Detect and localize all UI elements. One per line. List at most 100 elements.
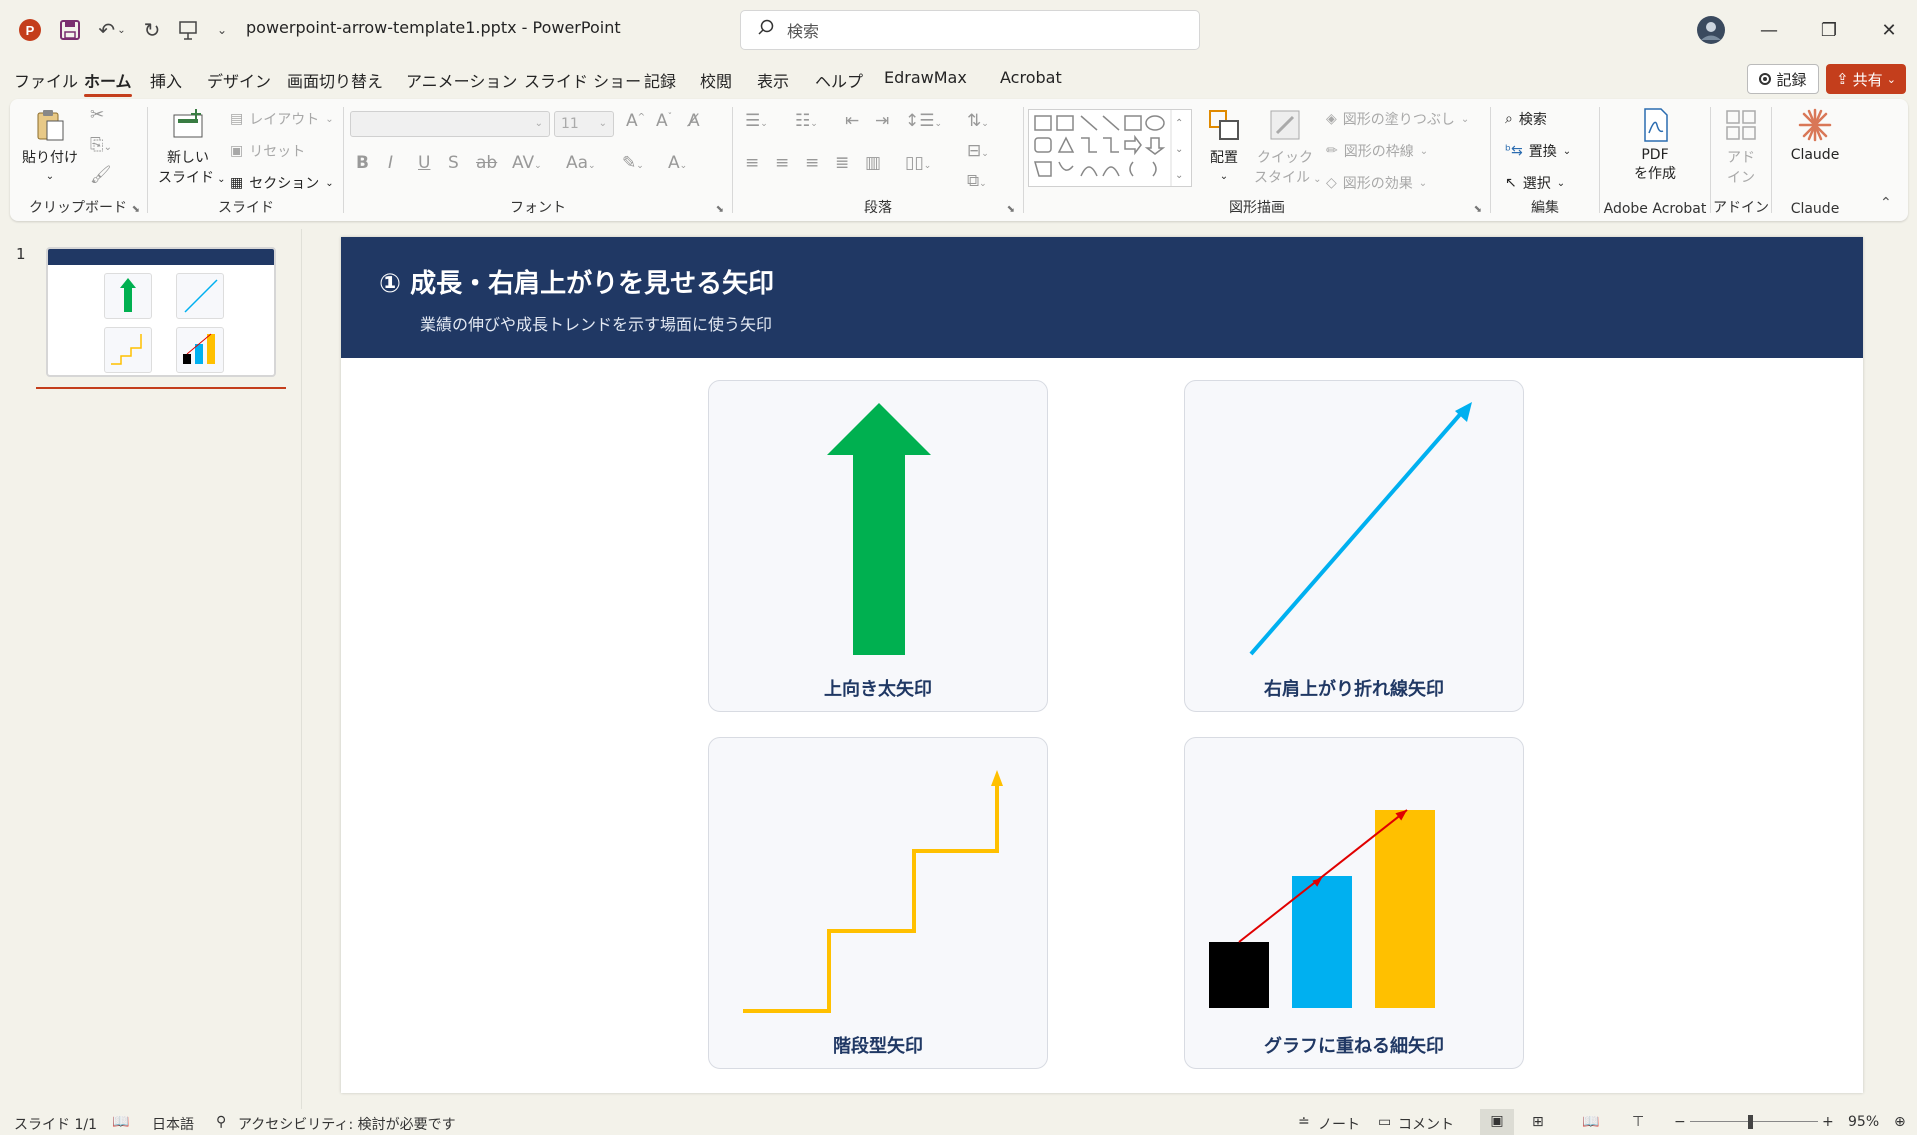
find-button[interactable]: ⌕ 検索: [1505, 109, 1547, 129]
chart-bar[interactable]: [1375, 810, 1435, 1008]
zoom-level[interactable]: 95%: [1848, 1114, 1879, 1130]
cut-icon[interactable]: ✂: [90, 105, 104, 125]
slideshow-view-icon[interactable]: ⊤: [1632, 1114, 1644, 1130]
shadow-icon[interactable]: S: [448, 153, 459, 173]
clear-format-icon[interactable]: A̸: [688, 111, 700, 131]
tab-view[interactable]: 表示: [757, 68, 789, 92]
underline-icon[interactable]: U: [418, 153, 430, 173]
save-icon[interactable]: [56, 16, 84, 44]
collapse-ribbon-icon[interactable]: ⌃: [1880, 195, 1892, 211]
language[interactable]: 日本語: [152, 1114, 194, 1134]
addins-button[interactable]: アド イン: [1717, 107, 1765, 187]
tab-insert[interactable]: 挿入: [150, 68, 182, 92]
chart-bar[interactable]: [1292, 876, 1352, 1008]
distributed-icon[interactable]: ▥: [865, 153, 881, 173]
accessibility-status[interactable]: アクセシビリティ: 検討が必要です: [238, 1114, 456, 1134]
notes-button[interactable]: ノート: [1318, 1114, 1360, 1134]
presentation-icon[interactable]: [174, 16, 202, 44]
spelling-icon[interactable]: 📖: [112, 1114, 129, 1130]
bullets-icon[interactable]: ☰⌄: [745, 111, 768, 131]
decrease-indent-icon[interactable]: ⇤: [845, 111, 859, 131]
decrease-font-icon[interactable]: Aˇ: [656, 111, 672, 131]
bold-icon[interactable]: B: [356, 153, 369, 173]
section-button[interactable]: ▦ セクション ⌄: [230, 173, 334, 193]
fit-slide-icon[interactable]: ⊕: [1894, 1114, 1906, 1130]
tab-slideshow[interactable]: スライド ショー: [524, 68, 641, 92]
increase-indent-icon[interactable]: ⇥: [875, 111, 889, 131]
tab-edrawmax[interactable]: EdrawMax: [884, 68, 967, 87]
align-left-icon[interactable]: ≡: [745, 153, 759, 173]
shape-fill-button[interactable]: ◈ 図形の塗りつぶし ⌄: [1326, 109, 1469, 129]
card-chart-arrow[interactable]: グラフに重ねる細矢印: [1184, 737, 1524, 1069]
redo-icon[interactable]: ↻: [138, 16, 166, 44]
share-button[interactable]: ⇪ 共有 ⌄: [1826, 64, 1906, 94]
font-family-select[interactable]: ⌄: [350, 111, 550, 137]
tab-review[interactable]: 校閲: [700, 68, 732, 92]
card-diagonal-arrow[interactable]: 右肩上がり折れ線矢印: [1184, 380, 1524, 712]
dialog-launcher-icon[interactable]: ⬊: [716, 204, 724, 215]
zoom-slider-thumb[interactable]: [1748, 1115, 1753, 1129]
tab-animations[interactable]: アニメーション: [406, 68, 517, 92]
align-center-icon[interactable]: ≡: [775, 153, 789, 173]
record-button[interactable]: 記録: [1747, 64, 1819, 94]
tab-record[interactable]: 記録: [644, 68, 676, 92]
arrange-button[interactable]: 配置 ⌄: [1200, 107, 1248, 183]
numbering-icon[interactable]: ☷⌄: [795, 111, 818, 131]
slide-title[interactable]: ① 成長・右肩上がりを見せる矢印: [379, 263, 774, 300]
minimize-icon[interactable]: —: [1746, 14, 1792, 46]
zoom-slider[interactable]: [1690, 1121, 1818, 1122]
tab-acrobat[interactable]: Acrobat: [1000, 68, 1062, 87]
shape-effects-button[interactable]: ◇ 図形の効果 ⌄: [1326, 173, 1427, 193]
line-spacing-icon[interactable]: ↕☰⌄: [905, 111, 942, 131]
align-right-icon[interactable]: ≡: [805, 153, 819, 173]
restore-icon[interactable]: ❐: [1806, 14, 1852, 46]
card-label[interactable]: グラフに重ねる細矢印: [1185, 1032, 1523, 1058]
avatar[interactable]: [1695, 14, 1727, 46]
copy-icon[interactable]: ⎘⌄: [90, 135, 112, 155]
slide-sorter-icon[interactable]: ⊞: [1532, 1114, 1544, 1130]
tab-file[interactable]: ファイル: [14, 68, 78, 92]
change-case-icon[interactable]: Aa⌄: [566, 153, 596, 173]
zoom-out-icon[interactable]: −: [1674, 1114, 1686, 1130]
comment-icon[interactable]: ▭: [1378, 1114, 1391, 1130]
dialog-launcher-icon[interactable]: ⬊: [1007, 204, 1015, 215]
shape-outline-button[interactable]: ✏ 図形の枠線 ⌄: [1326, 141, 1428, 161]
tab-home[interactable]: ホーム: [84, 68, 132, 97]
dialog-launcher-icon[interactable]: ⬊: [1474, 204, 1482, 215]
select-button[interactable]: ↖ 選択 ⌄: [1505, 173, 1565, 193]
columns-icon[interactable]: ▯▯⌄: [905, 153, 931, 173]
layout-button[interactable]: ▤ レイアウト ⌄: [230, 109, 334, 129]
accessibility-icon[interactable]: ⚲: [216, 1114, 226, 1130]
card-label[interactable]: 階段型矢印: [709, 1032, 1047, 1058]
search-input[interactable]: 検索: [740, 10, 1200, 50]
card-label[interactable]: 上向き太矢印: [709, 675, 1047, 701]
strikethrough-icon[interactable]: ab: [476, 153, 497, 173]
create-pdf-button[interactable]: PDF を作成: [1622, 107, 1688, 183]
dialog-launcher-icon[interactable]: ⬊: [132, 204, 140, 215]
card-stair-arrow[interactable]: 階段型矢印: [708, 737, 1048, 1069]
italic-icon[interactable]: I: [388, 153, 393, 173]
slide-canvas[interactable]: ① 成長・右肩上がりを見せる矢印 業績の伸びや成長トレンドを示す場面に使う矢印 …: [341, 237, 1863, 1093]
quick-styles-button[interactable]: クイック スタイル ⌄: [1254, 107, 1322, 187]
char-spacing-icon[interactable]: AV⌄: [512, 153, 542, 173]
tab-transitions[interactable]: 画面切り替え: [287, 68, 383, 92]
card-thick-up-arrow[interactable]: 上向き太矢印: [708, 380, 1048, 712]
reset-button[interactable]: ▣ リセット: [230, 141, 305, 161]
shapes-gallery[interactable]: ⌃ ⌄ ⌄: [1028, 109, 1192, 187]
claude-button[interactable]: Claude: [1780, 107, 1850, 163]
card-label[interactable]: 右肩上がり折れ線矢印: [1185, 675, 1523, 701]
chart-bar[interactable]: [1209, 942, 1269, 1008]
paste-button[interactable]: 貼り付け ⌄: [22, 107, 78, 183]
increase-font-icon[interactable]: A^: [626, 111, 645, 131]
undo-icon[interactable]: ↶ ⌄: [92, 16, 132, 44]
font-size-select[interactable]: 11 ⌄: [554, 111, 614, 137]
justify-icon[interactable]: ≣: [835, 153, 849, 173]
slide-subtitle[interactable]: 業績の伸びや成長トレンドを示す場面に使う矢印: [420, 311, 772, 335]
align-text-icon[interactable]: ⊟⌄: [967, 141, 989, 161]
comments-button[interactable]: コメント: [1398, 1114, 1454, 1134]
new-slide-button[interactable]: 新しい スライド ⌄: [158, 107, 226, 187]
tab-design[interactable]: デザイン: [207, 68, 271, 92]
slide-header-band[interactable]: ① 成長・右肩上がりを見せる矢印 業績の伸びや成長トレンドを示す場面に使う矢印: [341, 237, 1863, 358]
customize-quick-access-icon[interactable]: ⌄: [212, 16, 232, 44]
text-direction-icon[interactable]: ⇅⌄: [967, 111, 989, 131]
